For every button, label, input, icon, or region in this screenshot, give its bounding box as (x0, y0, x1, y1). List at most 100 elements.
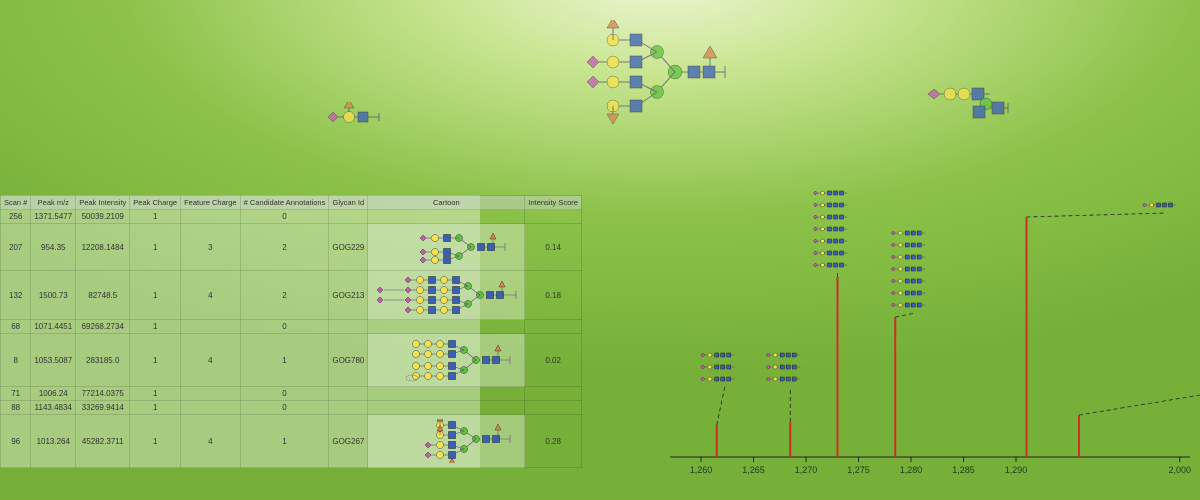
annotation-leader (1079, 387, 1200, 415)
floating-glycan-large-center (555, 20, 735, 125)
col-scan: Scan # (1, 196, 31, 210)
table-row[interactable]: 81053.5087283185.0141GOG7800.02 (1, 334, 582, 387)
col-peak-intensity: Peak Intensity (76, 196, 130, 210)
cell: 82748.5 (76, 271, 130, 320)
cartoon-cell (368, 271, 525, 320)
table-row[interactable]: 711006.2477214.03751 0 (1, 387, 582, 401)
x-tick-label: 1,280 (900, 465, 923, 475)
cell: 4 (181, 415, 241, 468)
cell: 132 (1, 271, 31, 320)
score-cell (525, 401, 582, 415)
peak-annotation-glycan (1143, 203, 1177, 207)
col-glycan-id: Glycan Id (329, 196, 368, 210)
cell (329, 387, 368, 401)
score-cell (525, 320, 582, 334)
cell: 45282.3711 (76, 415, 130, 468)
cell: 71 (1, 387, 31, 401)
cell: 1500.73 (31, 271, 76, 320)
cell: 1 (130, 387, 181, 401)
cell (181, 210, 241, 224)
annotation-leader (717, 387, 725, 425)
x-tick-label: 1,275 (847, 465, 870, 475)
col-feature-charge: Feature Charge (181, 196, 241, 210)
x-tick-label: 1,260 (690, 465, 713, 475)
cartoon-cell (368, 224, 525, 271)
cell: 1 (240, 415, 329, 468)
cell: 1 (130, 271, 181, 320)
cell: 69268.2734 (76, 320, 130, 334)
cell: 12208.1484 (76, 224, 130, 271)
floating-glycan-small-left (327, 102, 381, 132)
table-row[interactable]: 1321500.7382748.5142GOG213 0.18 (1, 271, 582, 320)
score-cell (525, 387, 582, 401)
cell: 4 (181, 334, 241, 387)
cell: 0 (240, 401, 329, 415)
cell: 3 (181, 224, 241, 271)
cell (181, 320, 241, 334)
spectrum-chart: 1,260 1,265 1,270 1,275 1,280 1,285 1,290 2,000 (660, 185, 1200, 485)
cell: 1143.4834 (31, 401, 76, 415)
cartoon-cell (368, 210, 525, 224)
cell: 68 (1, 320, 31, 334)
cell: 256 (1, 210, 31, 224)
table-row[interactable]: 881143.483433269.94141 0 (1, 401, 582, 415)
x-tick-label: 1,270 (795, 465, 818, 475)
cell: 1013.264 (31, 415, 76, 468)
cell: GOG780 (329, 334, 368, 387)
cell: 1 (130, 224, 181, 271)
table-row[interactable]: 2561371.547750039.210910 (1, 210, 582, 224)
cell (181, 387, 241, 401)
peak-annotation-glycan (701, 353, 735, 381)
cell: GOG267 (329, 415, 368, 468)
score-cell: 0.14 (525, 224, 582, 271)
table-header-row: Scan # Peak m/z Peak Intensity Peak Char… (1, 196, 582, 210)
cell: 0 (240, 387, 329, 401)
table-row[interactable]: 681071.445169268.273410 (1, 320, 582, 334)
annotation-leader (1027, 213, 1167, 217)
cell: 77214.0375 (76, 387, 130, 401)
x-tick-label: 2,000 (1169, 465, 1192, 475)
cell: 50039.2109 (76, 210, 130, 224)
cell: 96 (1, 415, 31, 468)
cell (181, 401, 241, 415)
cell: 88 (1, 401, 31, 415)
cartoon-cell (368, 334, 525, 387)
cell: 1371.5477 (31, 210, 76, 224)
cell: 1 (130, 334, 181, 387)
cell (329, 320, 368, 334)
x-tick-label: 1,265 (742, 465, 765, 475)
col-peak-charge: Peak Charge (130, 196, 181, 210)
cell: 1 (130, 210, 181, 224)
col-mz: Peak m/z (31, 196, 76, 210)
cell: 1 (130, 401, 181, 415)
peak-annotation-glycan (766, 353, 800, 381)
table-row[interactable]: 961013.26445282.3711141GOG2670.28 (1, 415, 582, 468)
cell: 1053.5087 (31, 334, 76, 387)
cell: 283185.0 (76, 334, 130, 387)
col-candidate-annotations: # Candidate Annotations (240, 196, 329, 210)
col-intensity-score: Intensity Score (525, 196, 582, 210)
peak-annotation-glycan (814, 185, 848, 267)
score-cell: 0.02 (525, 334, 582, 387)
cell: 1071.4451 (31, 320, 76, 334)
score-cell: 0.18 (525, 271, 582, 320)
cell: GOG213 (329, 271, 368, 320)
peak-annotation-glycan (891, 231, 925, 307)
results-table[interactable]: Scan # Peak m/z Peak Intensity Peak Char… (0, 195, 582, 468)
cell: 4 (181, 271, 241, 320)
floating-glycan-right (928, 82, 1014, 126)
cell: 33269.9414 (76, 401, 130, 415)
cartoon-cell (368, 415, 525, 468)
cell: 1 (130, 415, 181, 468)
x-tick-label: 1,285 (952, 465, 975, 475)
cell: 1 (240, 334, 329, 387)
cell: 2 (240, 271, 329, 320)
col-cartoon: Cartoon (368, 196, 525, 210)
table-row[interactable]: 207954.3512208.1484132GOG2290.14 (1, 224, 582, 271)
cell (329, 401, 368, 415)
cell: 1006.24 (31, 387, 76, 401)
cell: 2 (240, 224, 329, 271)
x-tick-label: 1,290 (1005, 465, 1028, 475)
score-cell (525, 210, 582, 224)
cell: GOG229 (329, 224, 368, 271)
